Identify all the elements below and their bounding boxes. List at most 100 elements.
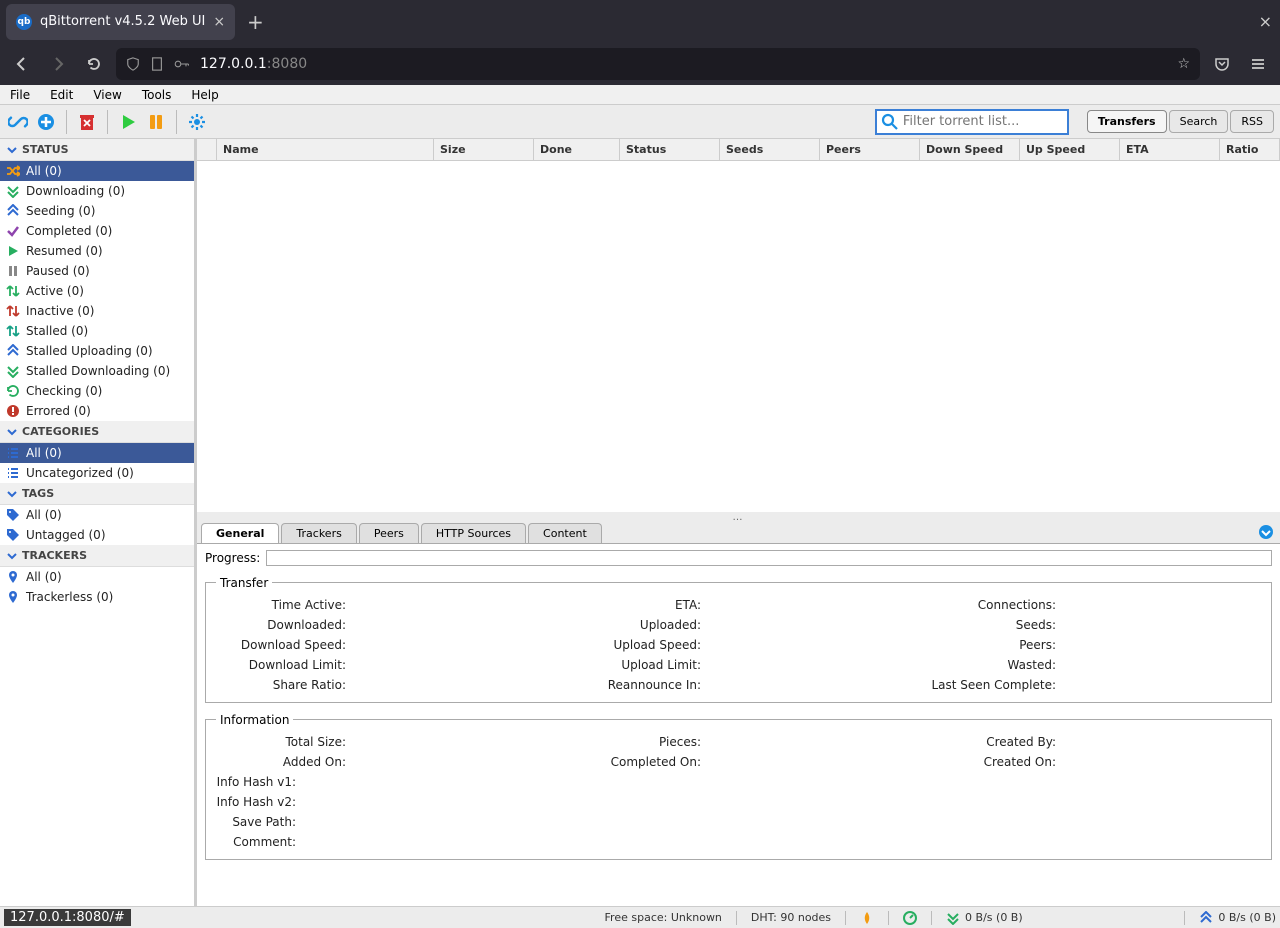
page-icon[interactable] <box>150 57 164 71</box>
sidebar-header-categories[interactable]: CATEGORIES <box>0 421 194 443</box>
sidebar-item[interactable]: Untagged (0) <box>0 525 194 545</box>
info-label: Info Hash v2: <box>216 795 296 809</box>
view-tab-rss[interactable]: RSS <box>1230 110 1274 133</box>
preferences-button[interactable] <box>185 110 209 134</box>
chevron-down-icon <box>6 144 18 156</box>
separator <box>107 110 108 134</box>
sidebar-item[interactable]: Downloading (0) <box>0 181 194 201</box>
bookmark-star-icon[interactable]: ☆ <box>1177 56 1190 72</box>
menu-file[interactable]: File <box>0 86 40 104</box>
resume-button[interactable] <box>116 110 140 134</box>
status-bar: 127.0.0.1:8080/# Free space: Unknown DHT… <box>0 906 1280 928</box>
download-speed[interactable]: 0 B/s (0 B) <box>946 911 1023 925</box>
reload-button[interactable] <box>80 50 108 78</box>
hover-url: 127.0.0.1:8080/# <box>4 909 131 926</box>
sidebar-item-label: Uncategorized (0) <box>26 466 134 480</box>
col-done[interactable]: Done <box>534 139 620 160</box>
menu-help[interactable]: Help <box>181 86 228 104</box>
transfer-fieldset: Transfer Time Active:ETA:Connections:Dow… <box>205 576 1272 703</box>
menu-edit[interactable]: Edit <box>40 86 83 104</box>
sidebar-item-label: Stalled (0) <box>26 324 88 338</box>
tag-icon <box>6 528 20 542</box>
filter-search[interactable] <box>875 109 1069 135</box>
col-size[interactable]: Size <box>434 139 534 160</box>
back-button[interactable] <box>8 50 36 78</box>
speed-limits-icon[interactable] <box>903 911 917 925</box>
col-ratio[interactable]: Ratio <box>1220 139 1280 160</box>
sidebar-item[interactable]: Uncategorized (0) <box>0 463 194 483</box>
detail-tab-peers[interactable]: Peers <box>359 523 419 543</box>
view-tab-search[interactable]: Search <box>1169 110 1229 133</box>
col-status[interactable]: Status <box>620 139 720 160</box>
sidebar-item[interactable]: Resumed (0) <box>0 241 194 261</box>
alt-speed-icon[interactable] <box>860 911 874 925</box>
sidebar-item[interactable]: All (0) <box>0 567 194 587</box>
nav-bar: 127.0.0.1:8080 ☆ <box>0 43 1280 85</box>
add-link-button[interactable] <box>6 110 30 134</box>
pocket-icon[interactable] <box>1208 50 1236 78</box>
detail-tab-http-sources[interactable]: HTTP Sources <box>421 523 526 543</box>
col-down-speed[interactable]: Down Speed <box>920 139 1020 160</box>
sidebar-item[interactable]: All (0) <box>0 161 194 181</box>
sidebar-item-label: Untagged (0) <box>26 528 106 542</box>
forward-button[interactable] <box>44 50 72 78</box>
col-name[interactable]: Name <box>217 139 434 160</box>
url-bar[interactable]: 127.0.0.1:8080 ☆ <box>116 48 1200 80</box>
sidebar-item[interactable]: Completed (0) <box>0 221 194 241</box>
collapse-detail-icon[interactable] <box>1258 524 1274 544</box>
upload-speed[interactable]: 0 B/s (0 B) <box>1199 911 1276 925</box>
sidebar-item[interactable]: Trackerless (0) <box>0 587 194 607</box>
check-icon <box>6 224 20 238</box>
sidebar-item[interactable]: Seeding (0) <box>0 201 194 221</box>
col-peers[interactable]: Peers <box>820 139 920 160</box>
sidebar-item[interactable]: Active (0) <box>0 281 194 301</box>
sidebar-item-label: Paused (0) <box>26 264 90 278</box>
col-up-speed[interactable]: Up Speed <box>1020 139 1120 160</box>
detail-tab-content[interactable]: Content <box>528 523 602 543</box>
sidebar-header-trackers[interactable]: TRACKERS <box>0 545 194 567</box>
sidebar-item[interactable]: Inactive (0) <box>0 301 194 321</box>
window-close-icon[interactable]: × <box>1259 12 1272 31</box>
filter-input[interactable] <box>903 114 1063 129</box>
info-label: Downloaded: <box>216 618 346 632</box>
shield-icon[interactable] <box>126 57 140 71</box>
chevron-down-icon <box>6 426 18 438</box>
col-seeds[interactable]: Seeds <box>720 139 820 160</box>
menu-view[interactable]: View <box>83 86 131 104</box>
info-label: Download Speed: <box>216 638 346 652</box>
add-torrent-button[interactable] <box>34 110 58 134</box>
key-icon[interactable] <box>174 57 190 71</box>
info-label: Total Size: <box>216 735 346 749</box>
col-checkbox[interactable] <box>197 139 217 160</box>
new-tab-button[interactable]: + <box>247 10 264 34</box>
sidebar-header-status[interactable]: STATUS <box>0 139 194 161</box>
information-fieldset: Information Total Size:Pieces:Created By… <box>205 713 1272 860</box>
info-label: Reannounce In: <box>571 678 701 692</box>
sidebar-item[interactable]: All (0) <box>0 505 194 525</box>
sidebar-item-label: All (0) <box>26 446 62 460</box>
delete-button[interactable] <box>75 110 99 134</box>
sidebar-item[interactable]: Stalled Uploading (0) <box>0 341 194 361</box>
info-label: Upload Limit: <box>571 658 701 672</box>
menu-tools[interactable]: Tools <box>132 86 182 104</box>
detail-tab-trackers[interactable]: Trackers <box>281 523 356 543</box>
sidebar-item[interactable]: Stalled (0) <box>0 321 194 341</box>
url-text: 127.0.0.1:8080 <box>200 56 1167 72</box>
col-eta[interactable]: ETA <box>1120 139 1220 160</box>
sidebar-item[interactable]: Errored (0) <box>0 401 194 421</box>
app-menu-icon[interactable] <box>1244 50 1272 78</box>
sidebar-item[interactable]: Checking (0) <box>0 381 194 401</box>
down-chev-icon <box>6 184 20 198</box>
sidebar-item[interactable]: Paused (0) <box>0 261 194 281</box>
search-icon <box>881 113 899 131</box>
detail-tab-general[interactable]: General <box>201 523 279 543</box>
horizontal-splitter[interactable]: … <box>197 512 1280 520</box>
tab-close-icon[interactable]: × <box>213 14 225 30</box>
shuffle-icon <box>6 164 20 178</box>
browser-tab[interactable]: qb qBittorrent v4.5.2 Web UI × <box>6 4 235 40</box>
pause-button[interactable] <box>144 110 168 134</box>
sidebar-item[interactable]: Stalled Downloading (0) <box>0 361 194 381</box>
view-tab-transfers[interactable]: Transfers <box>1087 110 1167 133</box>
sidebar-header-tags[interactable]: TAGS <box>0 483 194 505</box>
sidebar-item[interactable]: All (0) <box>0 443 194 463</box>
